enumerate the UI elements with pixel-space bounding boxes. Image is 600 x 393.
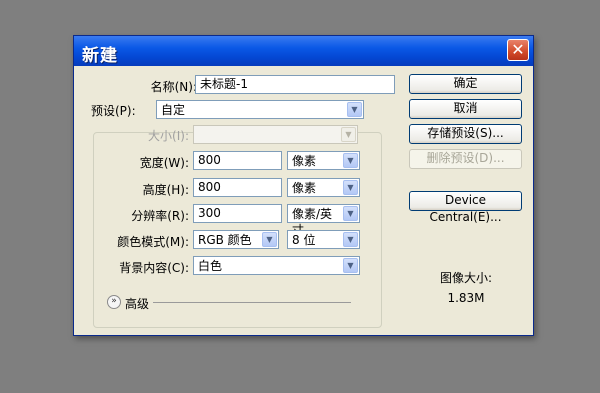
save-preset-button[interactable]: 存储预设(S)... — [409, 124, 522, 144]
delete-preset-button: 删除预设(D)... — [409, 149, 522, 169]
width-unit-value: 像素 — [292, 154, 317, 168]
advanced-toggle[interactable]: » — [107, 295, 121, 309]
ok-button[interactable]: 确定 — [409, 74, 522, 94]
width-unit-select[interactable]: 像素 ▼ — [287, 151, 360, 170]
title-bar[interactable]: 新建 ✕ — [74, 36, 533, 66]
height-unit-select[interactable]: 像素 ▼ — [287, 178, 360, 197]
height-unit-value: 像素 — [292, 181, 317, 195]
resolution-label: 分辨率(R): — [131, 209, 189, 223]
height-input[interactable]: 800 — [193, 178, 282, 197]
size-label: 大小(I): — [148, 129, 189, 143]
dialog-title: 新建 — [82, 46, 118, 66]
width-input[interactable]: 800 — [193, 151, 282, 170]
name-label: 名称(N): — [150, 80, 197, 94]
chevron-down-icon: ▼ — [341, 127, 356, 142]
chevron-down-icon: ▼ — [343, 232, 358, 247]
chevron-down-icon: ▼ — [343, 206, 358, 221]
color-mode-value: RGB 颜色 — [198, 233, 252, 247]
preset-value: 自定 — [161, 103, 186, 117]
bit-depth-value: 8 位 — [292, 233, 316, 247]
name-input[interactable]: 未标题-1 — [195, 75, 395, 94]
bit-depth-select[interactable]: 8 位 ▼ — [287, 230, 360, 249]
chevron-down-icon: ▼ — [343, 153, 358, 168]
chevron-down-icon: ▼ — [343, 258, 358, 273]
width-label: 宽度(W): — [139, 156, 189, 170]
resolution-input[interactable]: 300 — [193, 204, 282, 223]
size-select: ▼ — [193, 125, 358, 144]
background-label: 背景内容(C): — [119, 261, 189, 275]
chevron-down-icon: ▼ — [343, 180, 358, 195]
close-icon: ✕ — [511, 40, 525, 59]
preset-select[interactable]: 自定 ▼ — [156, 100, 364, 119]
image-size-value: 1.83M — [447, 291, 485, 305]
preset-label: 预设(P): — [77, 102, 167, 119]
expand-icon: » — [111, 296, 117, 306]
device-central-button[interactable]: Device Central(E)... — [409, 191, 522, 224]
height-label: 高度(H): — [142, 183, 189, 197]
chevron-down-icon: ▼ — [262, 232, 277, 247]
advanced-divider — [153, 302, 351, 303]
image-size-label: 图像大小: — [439, 271, 493, 285]
cancel-button[interactable]: 取消 — [409, 99, 522, 119]
color-mode-select[interactable]: RGB 颜色 ▼ — [193, 230, 279, 249]
background-value: 白色 — [198, 259, 223, 273]
color-mode-label: 颜色模式(M): — [117, 235, 189, 249]
background-select[interactable]: 白色 ▼ — [193, 256, 360, 275]
resolution-unit-select[interactable]: 像素/英寸 ▼ — [287, 204, 360, 237]
chevron-down-icon: ▼ — [347, 102, 362, 117]
close-button[interactable]: ✕ — [507, 39, 529, 61]
advanced-label[interactable]: 高级 — [125, 295, 149, 312]
new-document-dialog: 新建 ✕ 名称(N): 未标题-1 预设(P): 自定 ▼ 大小(I): ▼ 宽… — [73, 35, 534, 336]
dialog-body: 名称(N): 未标题-1 预设(P): 自定 ▼ 大小(I): ▼ 宽度(W):… — [77, 66, 530, 332]
